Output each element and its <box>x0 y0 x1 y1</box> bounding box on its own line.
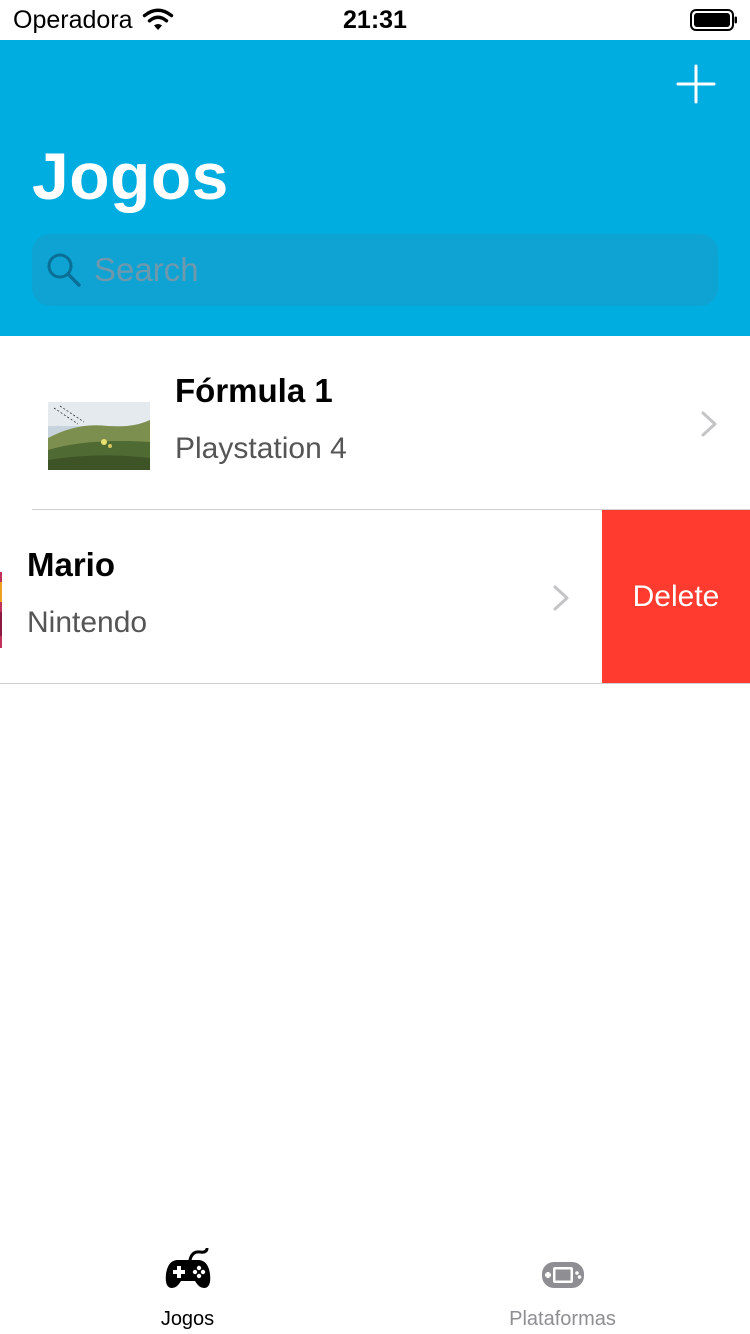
game-thumbnail <box>48 402 150 470</box>
row-separator <box>0 683 750 684</box>
gamepad-icon <box>165 1248 210 1288</box>
game-title: Mario <box>27 546 116 583</box>
game-title: Fórmula 1 <box>175 372 333 409</box>
plus-icon[interactable] <box>674 62 718 106</box>
game-platform: Nintendo <box>27 606 148 639</box>
status-bar: Operadora 21:31 <box>0 0 750 40</box>
search-icon <box>47 253 81 287</box>
tab-bar: Jogos Plataformas <box>0 1234 750 1334</box>
delete-button[interactable]: Delete <box>602 510 750 683</box>
page-title: Jogos <box>32 139 229 213</box>
list-item[interactable]: Mario Nintendo <box>0 510 602 683</box>
tab-jogos[interactable]: Jogos <box>0 1234 375 1334</box>
tab-label: Jogos <box>160 1308 215 1330</box>
chevron-right-icon <box>701 411 717 437</box>
handheld-console-icon <box>541 1262 584 1288</box>
tab-label: Plataformas <box>509 1308 616 1330</box>
game-thumbnail <box>0 572 2 648</box>
chevron-right-icon <box>553 585 569 611</box>
tab-plataformas[interactable]: Plataformas <box>375 1234 750 1334</box>
search-input[interactable] <box>94 234 694 306</box>
navigation-header: Jogos <box>0 40 750 336</box>
list-item[interactable]: Fórmula 1 Playstation 4 <box>0 336 750 509</box>
search-bar[interactable] <box>32 234 718 306</box>
game-platform: Playstation 4 <box>175 432 347 465</box>
battery-icon <box>690 9 737 31</box>
clock: 21:31 <box>343 6 407 34</box>
